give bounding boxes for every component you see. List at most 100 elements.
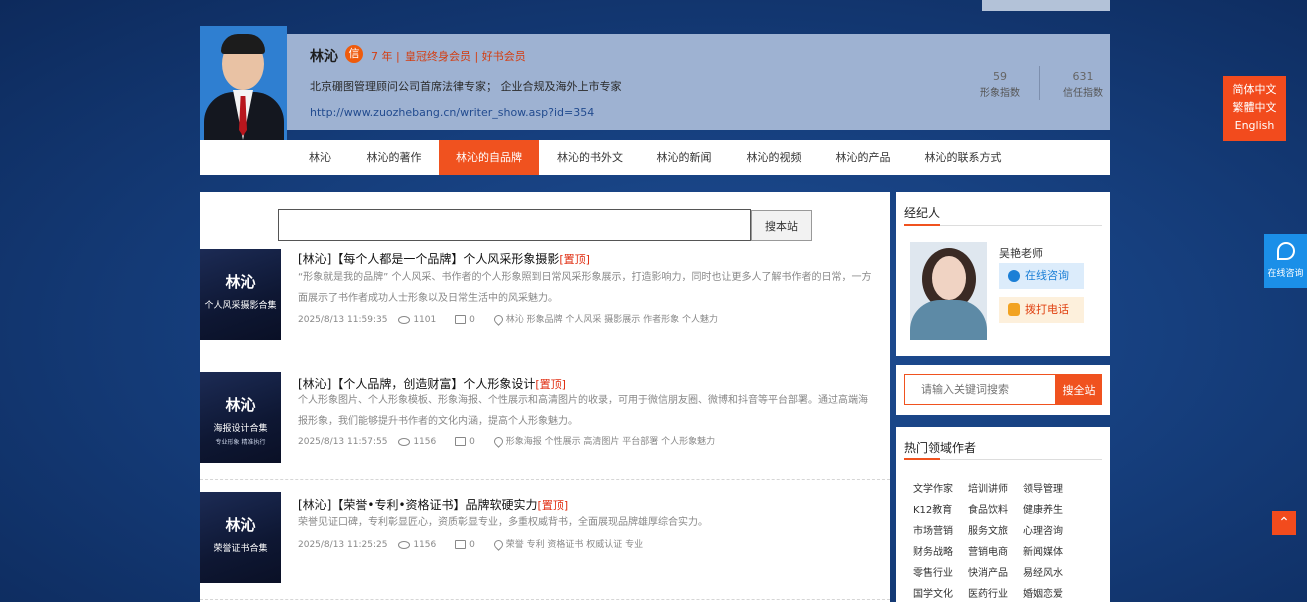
article-tags: 林沁 形象品牌 个人风采 摄影展示 作者形象 个人魅力 bbox=[505, 315, 719, 325]
view-count: 1156 bbox=[413, 437, 437, 447]
comment-icon bbox=[455, 437, 467, 446]
list-item: 林沁 荣誉证书合集 [林沁]【荣誉•专利•资格证书】品牌软硬实力[置顶] 荣誉见… bbox=[200, 492, 890, 600]
tag-icon bbox=[491, 435, 505, 448]
chat-bubble-icon bbox=[1276, 242, 1295, 260]
site-search-button[interactable]: 搜本站 bbox=[751, 210, 812, 241]
article-title-link[interactable]: [林沁]【每个人都是一个品牌】个人风采形象摄影[置顶] bbox=[298, 250, 590, 267]
profile-panel: 林沁 信 7 年 | 皇冠终身会员 | 好书会员 北京硼图管理顾问公司首席法律专… bbox=[287, 34, 1110, 130]
eye-icon bbox=[398, 540, 411, 549]
comment-count: 0 bbox=[469, 540, 475, 550]
article-thumbnail[interactable]: 林沁 海报设计合集 专业形象 精准执行 bbox=[200, 372, 281, 463]
hot-author-link[interactable]: 健康养生 bbox=[1023, 501, 1063, 516]
author-description: 北京硼图管理顾问公司首席法律专家； 企业合规及海外上市专家 bbox=[310, 80, 622, 93]
agent-panel: 经纪人 吴艳老师 在线咨询 拨打电话 bbox=[896, 192, 1110, 356]
nav-item-works[interactable]: 林沁的著作 bbox=[358, 140, 430, 175]
nav-item-home[interactable]: 林沁 bbox=[296, 140, 344, 175]
chat-icon bbox=[1008, 270, 1020, 282]
nav-item-brand[interactable]: 林沁的自品牌 bbox=[439, 140, 539, 175]
agent-heading: 经纪人 bbox=[904, 206, 941, 220]
stat-trust-index: 631 信任指数 bbox=[1063, 70, 1103, 99]
article-meta: 2025/8/13 11:59:35 1101 0 林沁 形象品牌 个人风采 摄… bbox=[298, 312, 734, 326]
article-title-link[interactable]: [林沁]【荣誉•专利•资格证书】品牌软硬实力[置顶] bbox=[298, 496, 568, 513]
author-name: 林沁 bbox=[310, 49, 338, 65]
article-tags: 荣誉 专利 资格证书 权威认证 专业 bbox=[505, 540, 644, 550]
site-search-input[interactable] bbox=[278, 209, 751, 241]
author-nav: 林沁 林沁的著作 林沁的自品牌 林沁的书外文 林沁的新闻 林沁的视频 林沁的产品… bbox=[200, 140, 1110, 175]
agent-name: 吴艳老师 bbox=[999, 247, 1043, 260]
keyword-search-button[interactable]: 搜全站 bbox=[1056, 374, 1102, 405]
nav-item-news[interactable]: 林沁的新闻 bbox=[646, 140, 722, 175]
top-tab bbox=[982, 0, 1110, 11]
article-tags: 形象海报 个性展示 高清图片 平台部署 个人形象魅力 bbox=[505, 437, 716, 447]
hot-author-link[interactable]: 心理咨询 bbox=[1023, 522, 1063, 537]
eye-icon bbox=[398, 315, 411, 324]
tag-icon bbox=[491, 313, 505, 326]
comment-count: 0 bbox=[469, 437, 475, 447]
avatar bbox=[200, 26, 287, 140]
eye-icon bbox=[398, 437, 411, 446]
keyword-search-panel: 搜全站 bbox=[896, 365, 1110, 415]
article-list-panel: 搜本站 林沁 个人风采摄影合集 [林沁]【每个人都是一个品牌】个人风采形象摄影[… bbox=[200, 192, 890, 602]
article-summary: “形象就是我的品牌” 个人风采、书作者的个人形象照到日常风采形象展示，打造影响力… bbox=[298, 272, 872, 304]
comment-count: 0 bbox=[469, 315, 475, 325]
view-count: 1156 bbox=[413, 540, 437, 550]
comment-icon bbox=[455, 315, 467, 324]
back-to-top-button[interactable]: ⌃ bbox=[1272, 511, 1296, 535]
hot-author-link[interactable]: 新闻媒体 bbox=[1023, 543, 1063, 558]
nav-item-foreign[interactable]: 林沁的书外文 bbox=[548, 140, 632, 175]
online-consult-float[interactable]: 在线咨询 bbox=[1264, 234, 1307, 288]
article-meta: 2025/8/13 11:25:25 1156 0 荣誉 专利 资格证书 权威认… bbox=[298, 537, 659, 551]
hot-author-link[interactable]: 国学文化 bbox=[913, 585, 953, 600]
list-item: 林沁 海报设计合集 专业形象 精准执行 [林沁]【个人品牌，创造财富】个人形象设… bbox=[200, 372, 890, 480]
hot-author-link[interactable]: 零售行业 bbox=[913, 564, 953, 579]
nav-item-video[interactable]: 林沁的视频 bbox=[736, 140, 812, 175]
hot-author-link[interactable]: 培训讲师 bbox=[968, 480, 1008, 495]
hot-author-link[interactable]: 服务文旅 bbox=[968, 522, 1008, 537]
hot-author-link[interactable]: 快消产品 bbox=[968, 564, 1008, 579]
nav-item-products[interactable]: 林沁的产品 bbox=[826, 140, 900, 175]
list-item: 林沁 个人风采摄影合集 [林沁]【每个人都是一个品牌】个人风采形象摄影[置顶] … bbox=[200, 249, 890, 359]
hot-author-link[interactable]: 易经风水 bbox=[1023, 564, 1063, 579]
trust-badge-icon: 信 bbox=[345, 45, 363, 63]
membership-label: 皇冠终身会员 | 好书会员 bbox=[405, 50, 526, 63]
online-consult-button[interactable]: 在线咨询 bbox=[999, 263, 1084, 289]
profile-header: 林沁 信 7 年 | 皇冠终身会员 | 好书会员 北京硼图管理顾问公司首席法律专… bbox=[200, 26, 1110, 140]
article-summary: 个人形象图片、个人形象模板、形象海报、个性展示和高清图片的收录，可用于微信朋友圈… bbox=[298, 395, 868, 427]
nav-item-contact[interactable]: 林沁的联系方式 bbox=[914, 140, 1012, 175]
article-date: 2025/8/13 11:59:35 bbox=[298, 315, 388, 325]
stat-divider bbox=[1039, 66, 1040, 100]
article-meta: 2025/8/13 11:57:55 1156 0 形象海报 个性展示 高清图片… bbox=[298, 434, 731, 448]
article-thumbnail[interactable]: 林沁 个人风采摄影合集 bbox=[200, 249, 281, 340]
author-url-link[interactable]: http://www.zuozhebang.cn/writer_show.asp… bbox=[310, 106, 594, 119]
hot-authors-panel: 热门领域作者 文学作家 培训讲师 领导管理 K12教育 食品饮料 健康养生 市场… bbox=[896, 427, 1110, 602]
tag-icon bbox=[491, 538, 505, 551]
hot-author-link[interactable]: 营销电商 bbox=[968, 543, 1008, 558]
article-thumbnail[interactable]: 林沁 荣誉证书合集 bbox=[200, 492, 281, 583]
hot-author-link[interactable]: 文学作家 bbox=[913, 480, 953, 495]
comment-icon bbox=[455, 540, 467, 549]
heading-divider bbox=[904, 224, 1102, 226]
lang-traditional[interactable]: 繁體中文 bbox=[1223, 99, 1286, 117]
article-date: 2025/8/13 11:25:25 bbox=[298, 540, 388, 550]
chevron-up-icon: ⌃ bbox=[1278, 515, 1290, 531]
article-summary: 荣誉见证口碑，专利彰显匠心，资质彰显专业，多重权威背书，全面展现品牌雄厚综合实力… bbox=[298, 517, 708, 528]
hot-author-link[interactable]: 领导管理 bbox=[1023, 480, 1063, 495]
phone-icon bbox=[1008, 303, 1020, 316]
hot-author-link[interactable]: 医药行业 bbox=[968, 585, 1008, 600]
lang-english[interactable]: English bbox=[1223, 117, 1286, 135]
call-button[interactable]: 拨打电话 bbox=[999, 297, 1084, 323]
hot-author-link[interactable]: K12教育 bbox=[913, 501, 952, 516]
hot-author-link[interactable]: 婚姻恋爱 bbox=[1023, 585, 1063, 600]
hot-authors-heading: 热门领域作者 bbox=[904, 441, 977, 455]
years-label: 7 年 | bbox=[371, 50, 400, 63]
hot-author-link[interactable]: 财务战略 bbox=[913, 543, 953, 558]
language-switcher: 简体中文 繁體中文 English bbox=[1223, 76, 1286, 141]
keyword-search-input[interactable] bbox=[904, 374, 1056, 405]
agent-avatar bbox=[910, 242, 987, 340]
hot-author-link[interactable]: 市场营销 bbox=[913, 522, 953, 537]
lang-simplified[interactable]: 简体中文 bbox=[1223, 81, 1286, 99]
hot-author-link[interactable]: 食品饮料 bbox=[968, 501, 1008, 516]
heading-divider bbox=[904, 458, 1102, 460]
article-date: 2025/8/13 11:57:55 bbox=[298, 437, 388, 447]
view-count: 1101 bbox=[413, 315, 437, 325]
